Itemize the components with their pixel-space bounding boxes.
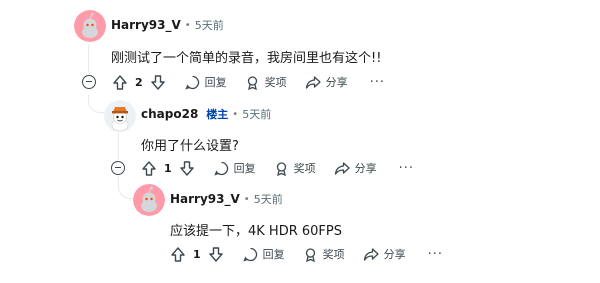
award-button[interactable]: 奖项 bbox=[303, 246, 345, 262]
downvote-icon[interactable] bbox=[149, 73, 167, 91]
downvote-icon[interactable] bbox=[207, 245, 225, 263]
avatar[interactable] bbox=[74, 10, 106, 42]
share-button[interactable]: 分享 bbox=[334, 160, 377, 176]
comment-body: 你用了什么设置? bbox=[141, 139, 239, 154]
share-button[interactable]: 分享 bbox=[305, 74, 348, 90]
reply-button[interactable]: 回复 bbox=[185, 74, 227, 90]
meta-separator: • bbox=[243, 193, 250, 205]
comment-body: 刚测试了一个简单的录音，我房间里也有这个!! bbox=[111, 51, 382, 66]
upvote-icon[interactable] bbox=[140, 159, 158, 177]
collapse-thread-button[interactable] bbox=[111, 161, 125, 175]
share-button[interactable]: 分享 bbox=[363, 246, 406, 262]
vote-count: 1 bbox=[164, 161, 172, 175]
timestamp[interactable]: 5天前 bbox=[242, 106, 271, 122]
award-button[interactable]: 奖项 bbox=[245, 74, 287, 90]
comment-meta: Harry93_V • 5天前 bbox=[170, 191, 283, 207]
comment-action-bar: 1 回复 奖项 分享 ··· bbox=[140, 156, 414, 180]
vote-count: 1 bbox=[193, 247, 201, 261]
award-icon bbox=[305, 247, 315, 262]
share-icon bbox=[363, 247, 379, 261]
award-icon bbox=[247, 75, 257, 90]
comment-icon bbox=[243, 247, 257, 262]
award-icon bbox=[276, 161, 286, 176]
vote-count: 2 bbox=[135, 75, 143, 89]
more-options-icon[interactable]: ··· bbox=[428, 247, 443, 262]
username-link[interactable]: Harry93_V bbox=[111, 18, 181, 32]
collapse-thread-button[interactable] bbox=[82, 75, 96, 89]
share-icon bbox=[334, 161, 350, 175]
comment-body: 应该提一下，4K HDR 60FPS bbox=[170, 224, 342, 239]
meta-separator: • bbox=[184, 19, 191, 31]
op-badge: 楼主 bbox=[206, 108, 229, 121]
comment-icon bbox=[185, 75, 199, 90]
comment-meta: Harry93_V • 5天前 bbox=[111, 17, 224, 33]
more-options-icon[interactable]: ··· bbox=[399, 161, 414, 176]
reply-button[interactable]: 回复 bbox=[214, 160, 256, 176]
comment-icon bbox=[214, 161, 228, 176]
award-button[interactable]: 奖项 bbox=[274, 160, 316, 176]
downvote-icon[interactable] bbox=[178, 159, 196, 177]
thread-line bbox=[88, 44, 89, 72]
upvote-icon[interactable] bbox=[169, 245, 187, 263]
avatar[interactable] bbox=[104, 100, 136, 132]
comment-action-bar: 2 回复 奖项 分享 ··· bbox=[111, 70, 385, 94]
avatar[interactable] bbox=[133, 184, 165, 216]
comment-action-bar: 1 回复 奖项 分享 ··· bbox=[169, 242, 443, 266]
comment-meta: chapo28 楼主 • 5天前 bbox=[141, 106, 271, 122]
more-options-icon[interactable]: ··· bbox=[370, 75, 385, 90]
reply-button[interactable]: 回复 bbox=[243, 246, 285, 262]
upvote-icon[interactable] bbox=[111, 73, 129, 91]
timestamp[interactable]: 5天前 bbox=[195, 17, 224, 33]
username-link[interactable]: Harry93_V bbox=[170, 192, 240, 206]
timestamp[interactable]: 5天前 bbox=[254, 191, 283, 207]
thread-connector bbox=[88, 94, 105, 113]
username-link[interactable]: chapo28 bbox=[141, 107, 198, 121]
thread-line bbox=[118, 132, 119, 160]
meta-separator: • bbox=[232, 108, 239, 120]
share-icon bbox=[305, 75, 321, 89]
